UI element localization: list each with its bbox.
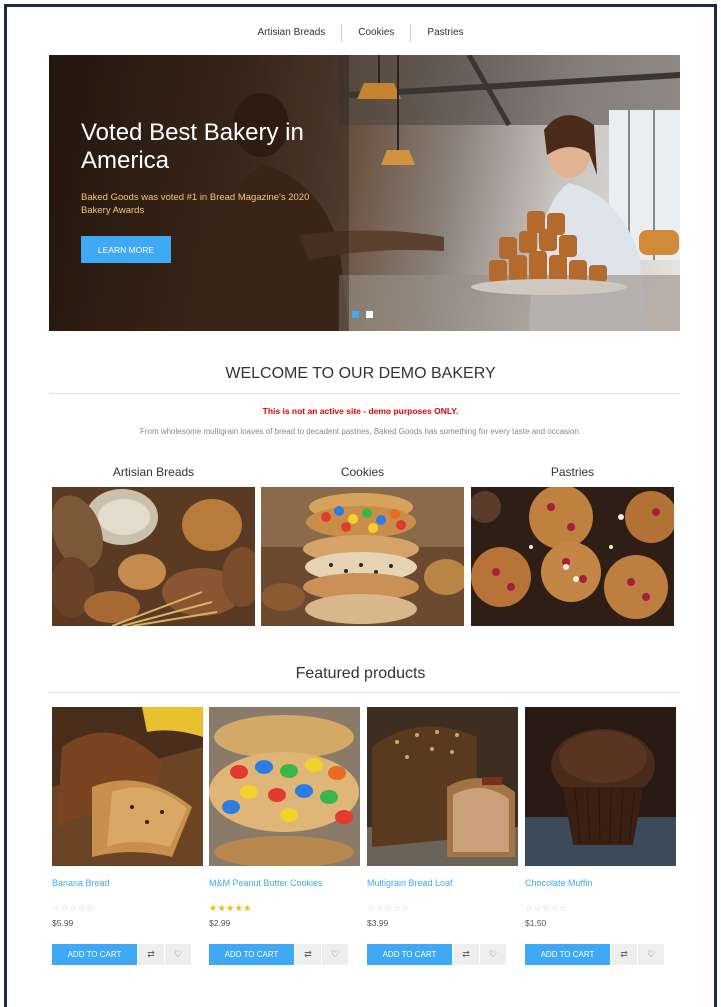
divider: [49, 692, 680, 693]
add-to-cart-button[interactable]: ADD TO CART: [52, 944, 137, 965]
demo-notice: This is not an active site - demo purpos…: [262, 406, 459, 416]
rating-stars: ☆☆☆☆☆: [52, 903, 95, 913]
compare-icon[interactable]: ⇄: [610, 944, 637, 965]
product-card: Banana Bread ☆☆☆☆☆ $5.99 ADD TO CART ⇄ ♡: [52, 707, 203, 965]
nav-item-artisian-breads[interactable]: Artisian Breads: [241, 24, 343, 42]
product-card: M&M Peanut Butter Cookies ★★★★★ $2.99 AD…: [209, 707, 360, 965]
product-name[interactable]: Banana Bread: [52, 878, 203, 890]
nav-item-pastries[interactable]: Pastries: [411, 24, 479, 42]
category-label[interactable]: Artisian Breads: [52, 465, 255, 479]
banana-bread-photo[interactable]: [52, 707, 203, 866]
heart-icon[interactable]: ♡: [637, 944, 664, 965]
category-cookies[interactable]: Cookies: [261, 465, 464, 626]
product-name[interactable]: M&M Peanut Butter Cookies: [209, 878, 360, 890]
add-to-cart-button[interactable]: ADD TO CART: [209, 944, 294, 965]
product-card: Chocolate Muffin ☆☆☆☆☆ $1.50 ADD TO CART…: [525, 707, 676, 965]
category-artisian-breads[interactable]: Artisian Breads: [52, 465, 255, 626]
page-frame: Artisian Breads Cookies Pastries Voted B…: [4, 4, 717, 1007]
multigrain-bread-photo[interactable]: [367, 707, 518, 866]
divider: [49, 393, 680, 394]
add-to-cart-button[interactable]: ADD TO CART: [367, 944, 452, 965]
compare-icon[interactable]: ⇄: [294, 944, 321, 965]
product-name[interactable]: Multigrain Bread Loaf: [367, 878, 518, 890]
chocolate-muffin-photo[interactable]: [525, 707, 676, 866]
product-actions: ADD TO CART ⇄ ♡: [209, 944, 360, 965]
hero-subtitle: Baked Goods was voted #1 in Bread Magazi…: [81, 192, 310, 216]
product-price: $2.99: [209, 918, 231, 928]
muffin-photo[interactable]: [471, 487, 674, 626]
hero-title: Voted Best Bakery in America: [81, 119, 304, 174]
add-to-cart-button[interactable]: ADD TO CART: [525, 944, 610, 965]
welcome-title: WELCOME TO OUR DEMO BAKERY: [225, 365, 496, 382]
hero-banner: Voted Best Bakery in America Baked Goods…: [49, 55, 680, 331]
product-price: $1.50: [525, 918, 547, 928]
heart-icon[interactable]: ♡: [479, 944, 506, 965]
product-actions: ADD TO CART ⇄ ♡: [525, 944, 676, 965]
cookie-stack-photo[interactable]: [261, 487, 464, 626]
category-label[interactable]: Cookies: [261, 465, 464, 479]
carousel-dot-2[interactable]: [366, 311, 373, 318]
rating-stars: ☆☆☆☆☆: [525, 903, 568, 913]
compare-icon[interactable]: ⇄: [137, 944, 164, 965]
product-actions: ADD TO CART ⇄ ♡: [367, 944, 518, 965]
category-label[interactable]: Pastries: [471, 465, 674, 479]
carousel-dot-1[interactable]: [352, 311, 359, 318]
product-price: $5.99: [52, 918, 74, 928]
mm-cookie-photo[interactable]: [209, 707, 360, 866]
learn-more-button[interactable]: LEARN MORE: [81, 236, 171, 263]
compare-icon[interactable]: ⇄: [452, 944, 479, 965]
product-price: $3.99: [367, 918, 389, 928]
tagline: From wholesome multigrain loaves of brea…: [139, 427, 582, 436]
nav-item-cookies[interactable]: Cookies: [342, 24, 412, 42]
product-name[interactable]: Chocolate Muffin: [525, 878, 676, 890]
featured-title: Featured products: [295, 665, 426, 682]
category-pastries[interactable]: Pastries: [471, 465, 674, 626]
heart-icon[interactable]: ♡: [164, 944, 191, 965]
rating-stars: ☆☆☆☆☆: [367, 903, 410, 913]
top-nav: Artisian Breads Cookies Pastries: [7, 21, 714, 45]
bread-photo[interactable]: [52, 487, 255, 626]
carousel-dots: [352, 311, 373, 318]
product-actions: ADD TO CART ⇄ ♡: [52, 944, 203, 965]
heart-icon[interactable]: ♡: [321, 944, 348, 965]
product-card: Multigrain Bread Loaf ☆☆☆☆☆ $3.99 ADD TO…: [367, 707, 518, 965]
rating-stars: ★★★★★: [209, 903, 252, 913]
